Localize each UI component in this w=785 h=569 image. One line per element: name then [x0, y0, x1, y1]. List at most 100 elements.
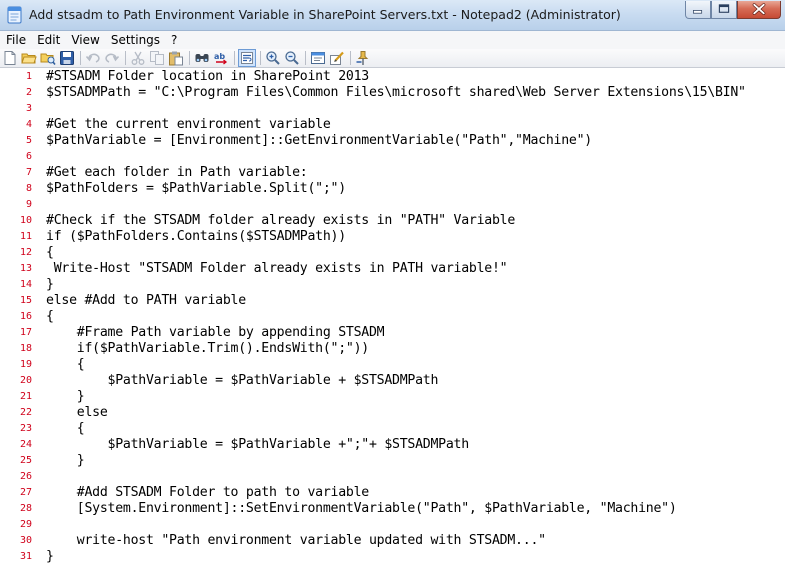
menu-settings[interactable]: Settings: [105, 31, 165, 49]
line-number: 11: [19, 231, 32, 242]
code-text: }: [46, 453, 85, 468]
code-line[interactable]: 15 else #Add to PATH variable: [0, 293, 785, 309]
code-line[interactable]: 23 {: [0, 421, 785, 437]
toolbar-separator: [80, 51, 81, 65]
save-button[interactable]: [59, 50, 75, 66]
code-line[interactable]: 4 #Get the current environment variable: [0, 117, 785, 133]
code-line[interactable]: 25 }: [0, 453, 785, 469]
menu-edit[interactable]: Edit: [31, 31, 65, 49]
code-text: {: [46, 309, 54, 324]
browse-button[interactable]: [40, 50, 56, 66]
code-text: if ($PathFolders.Contains($STSADMPath)): [46, 229, 346, 244]
code-text: #STSADM Folder location in SharePoint 20…: [46, 69, 369, 84]
maximize-icon: [718, 4, 730, 13]
select-scheme-icon: [311, 52, 325, 64]
line-number: 18: [19, 343, 32, 354]
code-line[interactable]: 26: [0, 469, 785, 485]
new-button[interactable]: [2, 50, 18, 66]
line-number: 21: [19, 391, 32, 402]
code-line[interactable]: 19 {: [0, 357, 785, 373]
code-text: Write-Host "STSADM Folder already exists…: [46, 261, 508, 276]
code-text: {: [46, 421, 85, 436]
copy-button[interactable]: [149, 50, 165, 66]
menu-help[interactable]: ?: [165, 31, 182, 49]
zoom-in-button[interactable]: [265, 50, 281, 66]
select-scheme-button[interactable]: [310, 50, 326, 66]
editor-area[interactable]: 1 #STSADM Folder location in SharePoint 2…: [0, 68, 785, 569]
redo-button[interactable]: [104, 50, 120, 66]
close-button[interactable]: [737, 1, 781, 19]
code-line[interactable]: 2 $STSADMPath = "C:\Program Files\Common …: [0, 85, 785, 101]
code-line[interactable]: 9: [0, 197, 785, 213]
code-line[interactable]: 5 $PathVariable = [Environment]::GetEnvir…: [0, 133, 785, 149]
redo-icon: [105, 53, 120, 63]
code-text: $PathVariable = [Environment]::GetEnviro…: [46, 133, 592, 148]
line-number: 20: [19, 375, 32, 386]
toolbar-separator: [350, 51, 351, 65]
menu-file[interactable]: File: [0, 31, 31, 49]
always-on-top-button[interactable]: [355, 50, 371, 66]
code-line[interactable]: 7 #Get each folder in Path variable:: [0, 165, 785, 181]
code-line[interactable]: 11 if ($PathFolders.Contains($STSADMPath)…: [0, 229, 785, 245]
maximize-button[interactable]: [711, 1, 737, 19]
code-line[interactable]: 20 $PathVariable = $PathVariable + $STSA…: [0, 373, 785, 389]
code-text: }: [46, 389, 85, 404]
svg-text:ab: ab: [214, 52, 225, 61]
code-line[interactable]: 21 }: [0, 389, 785, 405]
code-line[interactable]: 24 $PathVariable = $PathVariable +";"+ $…: [0, 437, 785, 453]
line-number: 9: [25, 199, 32, 210]
line-number: 17: [19, 327, 32, 338]
code-text: {: [46, 357, 85, 372]
word-wrap-icon: [241, 52, 253, 64]
title-bar[interactable]: Add stsadm to Path Environment Variable …: [0, 0, 785, 31]
line-number: 6: [25, 151, 32, 162]
line-number: 26: [19, 471, 32, 482]
code-line[interactable]: 13 Write-Host "STSADM Folder already exi…: [0, 261, 785, 277]
code-line[interactable]: 27 #Add STSADM Folder to path to variabl…: [0, 485, 785, 501]
window-controls: [685, 1, 781, 21]
open-icon: [21, 53, 37, 64]
find-button[interactable]: [194, 50, 210, 66]
code-line[interactable]: 16 {: [0, 309, 785, 325]
code-line[interactable]: 12 {: [0, 245, 785, 261]
zoom-out-button[interactable]: [284, 50, 300, 66]
line-number: 1: [25, 71, 32, 82]
customize-schemes-icon: [330, 51, 344, 65]
minimize-button[interactable]: [685, 1, 711, 19]
code-line[interactable]: 31}: [0, 549, 785, 565]
code-line[interactable]: 3: [0, 101, 785, 117]
cut-button[interactable]: [130, 50, 146, 66]
line-number: 31: [19, 551, 32, 562]
line-number: 22: [19, 407, 32, 418]
code-text: #Frame Path variable by appending STSADM: [46, 325, 385, 340]
open-button[interactable]: [21, 50, 37, 66]
menu-view[interactable]: View: [65, 31, 104, 49]
replace-icon: ab: [214, 52, 228, 65]
undo-button[interactable]: [85, 50, 101, 66]
code-line[interactable]: 18 if($PathVariable.Trim().EndsWith(";")…: [0, 341, 785, 357]
word-wrap-button[interactable]: [238, 49, 256, 67]
code-text: write-host "Path environment variable up…: [46, 533, 546, 548]
code-text: $PathVariable = $PathVariable + $STSADMP…: [46, 373, 439, 388]
toolbar-separator: [189, 51, 190, 65]
customize-schemes-button[interactable]: [329, 50, 345, 66]
always-on-top-icon: [356, 51, 369, 65]
line-number: 8: [25, 183, 32, 194]
code-line[interactable]: 29: [0, 517, 785, 533]
code-line[interactable]: 30 write-host "Path environment variable…: [0, 533, 785, 549]
code-line[interactable]: 6: [0, 149, 785, 165]
code-text: #Add STSADM Folder to path to variable: [46, 485, 369, 500]
code-line[interactable]: 8 $PathFolders = $PathVariable.Split(";"): [0, 181, 785, 197]
code-text: }: [46, 277, 54, 292]
code-line[interactable]: 1 #STSADM Folder location in SharePoint 2…: [0, 69, 785, 85]
code-line[interactable]: 22 else: [0, 405, 785, 421]
replace-button[interactable]: ab: [213, 50, 229, 66]
code-line[interactable]: 10 #Check if the STSADM folder already ex…: [0, 213, 785, 229]
line-number: 14: [19, 279, 32, 290]
code-line[interactable]: 28 [System.Environment]::SetEnvironmentV…: [0, 501, 785, 517]
code-text: [System.Environment]::SetEnvironmentVari…: [46, 501, 677, 516]
code-line[interactable]: 14}: [0, 277, 785, 293]
code-text: else: [46, 405, 108, 420]
code-line[interactable]: 17 #Frame Path variable by appending STS…: [0, 325, 785, 341]
paste-button[interactable]: [168, 50, 184, 66]
